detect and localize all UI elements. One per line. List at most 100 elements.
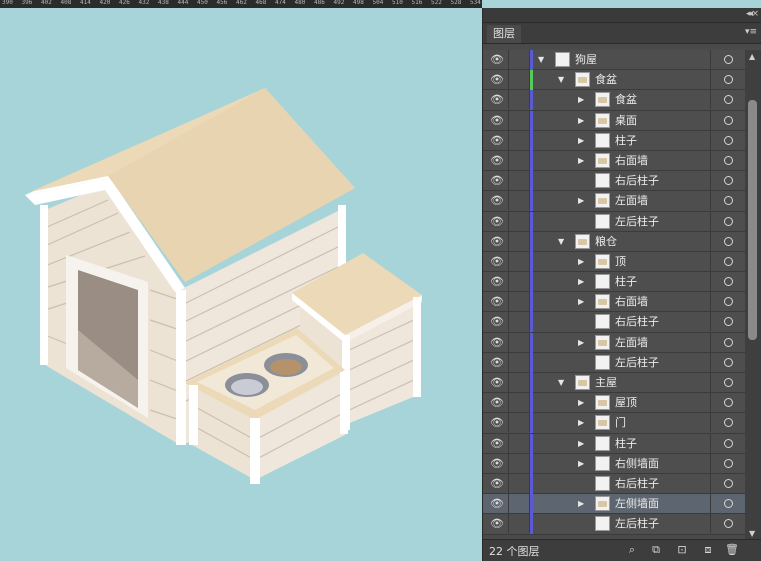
target-circle-icon[interactable] <box>724 478 733 488</box>
expanded-arrow-icon[interactable]: ▼ <box>558 70 564 89</box>
lock-toggle[interactable] <box>508 433 530 453</box>
expanded-arrow-icon[interactable]: ▼ <box>558 373 564 392</box>
scroll-down-icon[interactable]: ▼ <box>749 529 755 538</box>
layer-row[interactable]: 👁 右后柱子 <box>483 312 745 333</box>
target-circle-icon[interactable] <box>724 216 733 226</box>
target-circle-icon[interactable] <box>724 398 733 408</box>
visibility-eye-icon[interactable]: 👁 <box>487 191 507 210</box>
visibility-eye-icon[interactable]: 👁 <box>487 171 507 190</box>
target-circle[interactable] <box>710 272 745 292</box>
target-circle-icon[interactable] <box>724 418 733 428</box>
layer-row[interactable]: 👁 右后柱子 <box>483 473 745 495</box>
layer-row[interactable]: 👁 ▶ 食盆 <box>483 90 745 111</box>
visibility-eye-icon[interactable]: 👁 <box>487 373 507 392</box>
visibility-eye-icon[interactable]: 👁 <box>487 212 507 231</box>
collapsed-arrow-icon[interactable]: ▶ <box>578 90 584 109</box>
search-icon[interactable]: ⌕ <box>625 543 639 557</box>
visibility-eye-icon[interactable]: 👁 <box>487 514 507 533</box>
target-circle[interactable] <box>710 171 745 191</box>
layer-row[interactable]: 👁 ▼ 狗屋 <box>483 50 745 71</box>
target-circle[interactable] <box>710 473 745 493</box>
target-circle[interactable] <box>710 90 745 110</box>
layer-row[interactable]: 👁 ▶ 柱子 <box>483 130 745 151</box>
target-circle[interactable] <box>710 292 745 312</box>
visibility-eye-icon[interactable]: 👁 <box>487 111 507 130</box>
target-circle-icon[interactable] <box>724 135 733 145</box>
layer-row[interactable]: 👁 ▶ 桌面 <box>483 110 745 131</box>
target-circle-icon[interactable] <box>724 499 733 509</box>
make-clipping-mask-icon[interactable]: ⊡ <box>675 543 689 557</box>
visibility-eye-icon[interactable]: 👁 <box>487 474 507 493</box>
target-circle-icon[interactable] <box>724 155 733 165</box>
visibility-eye-icon[interactable]: 👁 <box>487 333 507 352</box>
lock-toggle[interactable] <box>508 312 530 332</box>
tab-layers[interactable]: 图层 <box>487 25 521 43</box>
visibility-eye-icon[interactable]: 👁 <box>487 393 507 412</box>
layer-row[interactable]: 👁 左后柱子 <box>483 352 745 373</box>
visibility-eye-icon[interactable]: 👁 <box>487 70 507 89</box>
target-circle[interactable] <box>710 453 745 473</box>
lock-toggle[interactable] <box>508 473 530 493</box>
lock-toggle[interactable] <box>508 90 530 110</box>
lock-toggle[interactable] <box>508 352 530 372</box>
lock-toggle[interactable] <box>508 494 530 514</box>
delete-icon[interactable]: 🗑 <box>725 543 739 557</box>
layer-row[interactable]: 👁 左后柱子 <box>483 211 745 232</box>
lock-toggle[interactable] <box>508 514 530 534</box>
lock-toggle[interactable] <box>508 413 530 433</box>
visibility-eye-icon[interactable]: 👁 <box>487 353 507 372</box>
target-circle[interactable] <box>710 433 745 453</box>
layer-row[interactable]: 👁 ▼ 主屋 <box>483 373 745 394</box>
target-circle[interactable] <box>710 312 745 332</box>
artboard-canvas[interactable] <box>0 8 482 561</box>
visibility-eye-icon[interactable]: 👁 <box>487 90 507 109</box>
collapsed-arrow-icon[interactable]: ▶ <box>578 272 584 291</box>
target-circle[interactable] <box>710 251 745 271</box>
layer-row[interactable]: 👁 ▶ 右面墙 <box>483 150 745 172</box>
layer-row[interactable]: 👁 ▶ 柱子 <box>483 433 745 454</box>
collapsed-arrow-icon[interactable]: ▶ <box>578 333 584 352</box>
expanded-arrow-icon[interactable]: ▼ <box>538 50 544 69</box>
collapsed-arrow-icon[interactable]: ▶ <box>578 454 584 473</box>
target-circle-icon[interactable] <box>724 75 733 85</box>
scroll-up-icon[interactable]: ▲ <box>749 52 755 61</box>
lock-toggle[interactable] <box>508 50 530 69</box>
collapsed-arrow-icon[interactable]: ▶ <box>578 252 584 271</box>
target-circle[interactable] <box>710 413 745 433</box>
collapsed-arrow-icon[interactable]: ▶ <box>578 434 584 453</box>
lock-toggle[interactable] <box>508 373 530 392</box>
collapse-panel-icon[interactable]: ◂◂ <box>746 9 753 19</box>
lock-toggle[interactable] <box>508 130 530 150</box>
target-circle-icon[interactable] <box>724 277 733 287</box>
collapsed-arrow-icon[interactable]: ▶ <box>578 191 584 210</box>
collapsed-arrow-icon[interactable]: ▶ <box>578 393 584 412</box>
collapsed-arrow-icon[interactable]: ▶ <box>578 111 584 130</box>
target-circle-icon[interactable] <box>724 317 733 327</box>
target-circle[interactable] <box>710 393 745 413</box>
collapsed-arrow-icon[interactable]: ▶ <box>578 413 584 432</box>
lock-toggle[interactable] <box>508 231 530 251</box>
new-sublayer-icon[interactable]: ⧈ <box>701 543 715 557</box>
target-circle-icon[interactable] <box>724 297 733 307</box>
target-circle[interactable] <box>710 150 745 170</box>
layer-row[interactable]: 👁 ▼ 食盆 <box>483 70 745 91</box>
layer-row[interactable]: 👁 左后柱子 <box>483 514 745 535</box>
layer-row[interactable]: 👁 ▶ 右侧墙面 <box>483 453 745 474</box>
visibility-eye-icon[interactable]: 👁 <box>487 312 507 331</box>
target-circle-icon[interactable] <box>724 438 733 448</box>
locate-object-icon[interactable]: ⧉ <box>649 543 663 557</box>
visibility-eye-icon[interactable]: 👁 <box>487 151 507 170</box>
target-circle[interactable] <box>710 211 745 231</box>
target-circle[interactable] <box>710 514 745 534</box>
visibility-eye-icon[interactable]: 👁 <box>487 292 507 311</box>
visibility-eye-icon[interactable]: 👁 <box>487 454 507 473</box>
target-circle-icon[interactable] <box>724 519 733 529</box>
visibility-eye-icon[interactable]: 👁 <box>487 434 507 453</box>
layer-row[interactable]: 👁 ▶ 右面墙 <box>483 292 745 313</box>
target-circle-icon[interactable] <box>724 357 733 367</box>
target-circle-icon[interactable] <box>724 115 733 125</box>
target-circle[interactable] <box>710 110 745 130</box>
layer-row[interactable]: 👁 ▶ 左侧墙面 <box>483 494 745 515</box>
target-circle-icon[interactable] <box>724 95 733 105</box>
target-circle[interactable] <box>710 70 745 90</box>
